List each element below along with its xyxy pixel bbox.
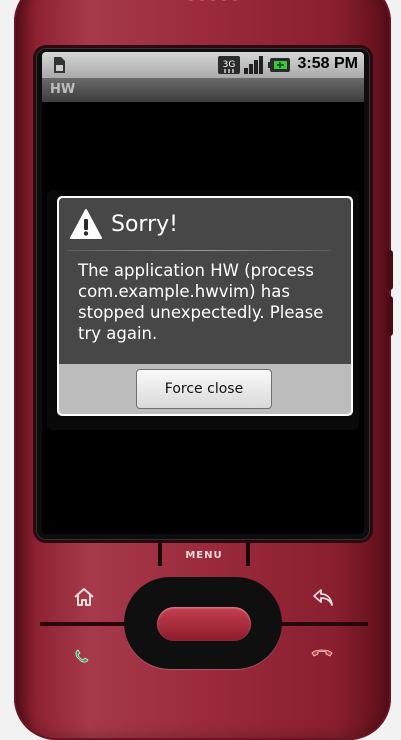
signal-strength-icon xyxy=(244,56,263,74)
trackball-center-button[interactable] xyxy=(157,607,251,641)
force-close-button[interactable]: Force close xyxy=(136,369,272,409)
volume-up-side-button[interactable] xyxy=(387,250,393,290)
status-bar: 3G 3:58 PM xyxy=(42,52,364,78)
dialog-button-bar: Force close xyxy=(59,364,351,414)
dialog-message: The application HW (process com.example.… xyxy=(78,261,324,343)
call-icon[interactable] xyxy=(72,642,96,666)
volume-down-side-button[interactable] xyxy=(387,296,393,336)
warning-triangle-icon xyxy=(70,209,102,239)
network-3g-icon: 3G xyxy=(218,56,240,74)
status-time: 3:58 PM xyxy=(297,55,358,72)
dialog-divider xyxy=(67,250,331,251)
key-divider-right xyxy=(278,622,368,626)
battery-icon xyxy=(268,58,290,72)
dialog-title: Sorry! xyxy=(111,211,178,237)
error-dialog: Sorry! The application HW (process com.e… xyxy=(57,196,353,416)
home-icon[interactable] xyxy=(72,585,96,609)
dialog-body: Sorry! The application HW (process com.e… xyxy=(59,198,351,364)
sim-card-icon xyxy=(54,57,65,73)
app-title-bar: HW xyxy=(42,78,364,102)
menu-key-label: MENU xyxy=(185,550,223,561)
app-title: HW xyxy=(50,82,76,97)
back-icon[interactable] xyxy=(311,585,335,609)
key-divider-left xyxy=(40,622,130,626)
network-badge: 3G xyxy=(223,60,236,70)
end-call-icon[interactable] xyxy=(310,640,334,664)
menu-key[interactable]: MENU xyxy=(158,538,250,566)
